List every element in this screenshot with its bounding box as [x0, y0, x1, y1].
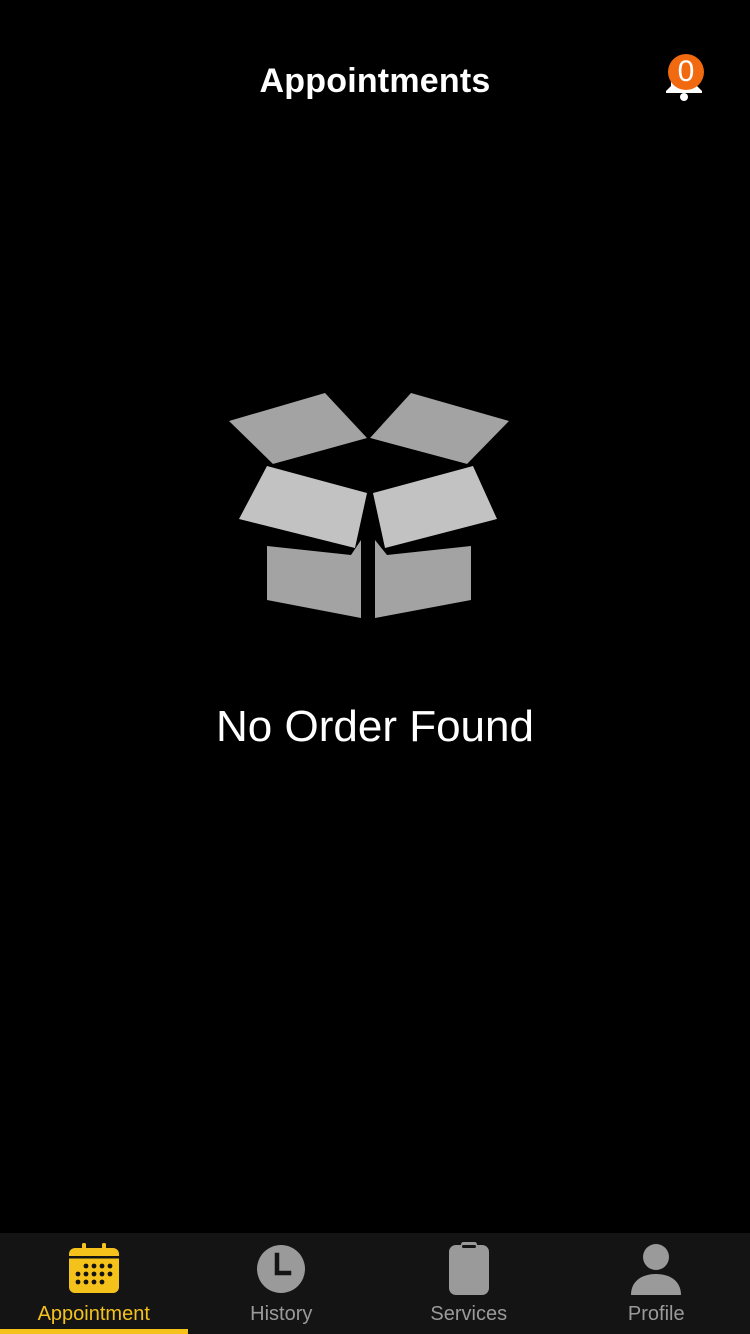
- nav-label-profile: Profile: [627, 1303, 685, 1325]
- empty-state-message: No Order Found: [216, 702, 534, 751]
- bottom-navigation: Appointment History Services Profile: [0, 1233, 750, 1334]
- nav-label-history: History: [250, 1303, 313, 1325]
- open-box-icon: [225, 390, 515, 625]
- nav-label-appointment: Appointment: [37, 1303, 150, 1325]
- clock-icon: [257, 1245, 306, 1293]
- clipboard-icon: [448, 1242, 489, 1295]
- active-tab-indicator: [0, 1329, 188, 1334]
- notification-badge: 0: [668, 54, 704, 90]
- app-screen: Appointments 0 No Order Found Appointmen…: [0, 0, 750, 1334]
- calendar-icon: [68, 1243, 119, 1293]
- nav-item-history[interactable]: History: [188, 1233, 376, 1334]
- nav-item-profile[interactable]: Profile: [563, 1233, 750, 1334]
- page-title: Appointments: [259, 62, 491, 100]
- nav-label-services: Services: [430, 1303, 508, 1325]
- person-icon: [631, 1244, 682, 1295]
- nav-item-services[interactable]: Services: [375, 1233, 563, 1334]
- notifications-button[interactable]: 0: [656, 50, 712, 106]
- nav-item-appointment[interactable]: Appointment: [0, 1233, 188, 1334]
- header: Appointments 0: [0, 0, 750, 168]
